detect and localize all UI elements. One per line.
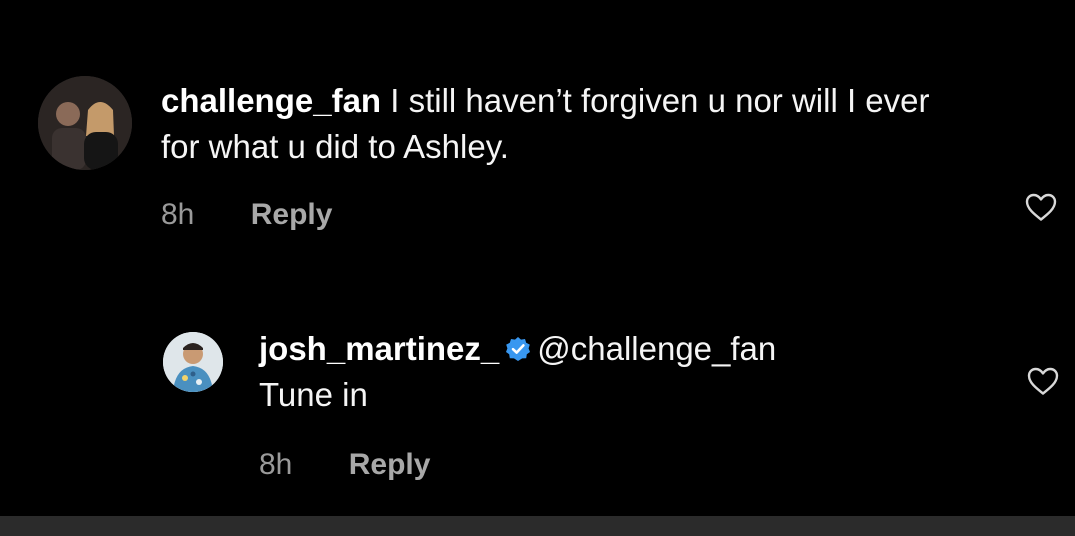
reply-button[interactable]: Reply: [251, 198, 333, 232]
reply-mention[interactable]: @challenge_fan: [537, 330, 776, 367]
profile-photo-man-icon: [163, 332, 223, 392]
reply-button[interactable]: Reply: [349, 448, 431, 482]
comment-text-line: challenge_fan I still haven’t forgiven u…: [161, 78, 961, 170]
comment-item: challenge_fan I still haven’t forgiven u…: [38, 76, 1075, 256]
comment-timestamp: 8h: [161, 198, 195, 231]
comments-screen: challenge_fan I still haven’t forgiven u…: [0, 0, 1075, 536]
comment-body: challenge_fan I still haven’t forgiven u…: [161, 78, 961, 170]
avatar-josh-martinez[interactable]: [163, 332, 223, 392]
profile-photo-couple-icon: [38, 76, 132, 170]
comment-meta: 8h Reply: [161, 198, 332, 232]
reply-timestamp: 8h: [259, 448, 293, 481]
reply-text-line: josh_martinez_ @challenge_fan Tune in: [259, 326, 1009, 418]
heart-outline-icon[interactable]: [1026, 366, 1060, 396]
reply-body: josh_martinez_ @challenge_fan Tune in: [259, 326, 1009, 418]
verified-badge-icon: [505, 328, 531, 361]
reply-item: josh_martinez_ @challenge_fan Tune in 8h …: [163, 320, 1075, 500]
bottom-bar: [0, 516, 1075, 536]
comment-username[interactable]: challenge_fan: [161, 82, 381, 119]
heart-outline-icon[interactable]: [1024, 192, 1058, 222]
reply-text: Tune in: [259, 376, 368, 413]
reply-meta: 8h Reply: [259, 448, 430, 482]
avatar-challenge-fan[interactable]: [38, 76, 132, 170]
reply-username[interactable]: josh_martinez_: [259, 330, 499, 367]
